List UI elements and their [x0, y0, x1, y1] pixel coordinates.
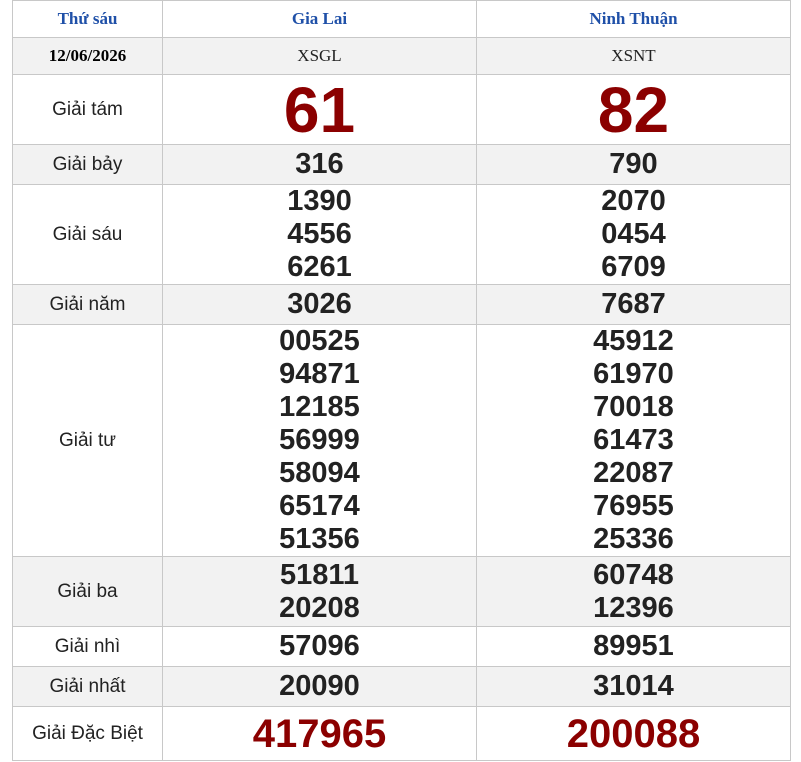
prize-number: 61473	[593, 424, 674, 456]
prize-numbers-1: 1390 4556 6261	[162, 184, 477, 285]
prize-row-4: Giải tư 00525 94871 12185 56999 58094 65…	[12, 324, 791, 557]
prize-numbers-1: 00525 94871 12185 56999 58094 65174 5135…	[162, 324, 477, 557]
prize-row-1: Giải nhất 20090 31014	[12, 666, 791, 707]
prize-number: 31014	[476, 666, 791, 707]
prize-row-5: Giải năm 3026 7687	[12, 284, 791, 325]
prize-row-8: Giải tám 61 82	[12, 74, 791, 145]
prize-numbers-2: 45912 61970 70018 61473 22087 76955 2533…	[476, 324, 791, 557]
code-2: XSNT	[476, 37, 791, 75]
prize-number: 61	[162, 74, 477, 145]
prize-number: 2070	[601, 185, 666, 217]
prize-number: 25336	[593, 523, 674, 555]
prize-number: 58094	[279, 457, 360, 489]
prize-row-7: Giải bảy 316 790	[12, 144, 791, 185]
prize-number: 6261	[287, 251, 352, 283]
province-header-2[interactable]: Ninh Thuận	[476, 0, 791, 38]
prize-numbers-2: 60748 12396	[476, 556, 791, 627]
prize-label: Giải sáu	[12, 184, 163, 285]
special-prize-number: 200088	[476, 706, 791, 761]
prize-number: 3026	[162, 284, 477, 325]
prize-row-6: Giải sáu 1390 4556 6261 2070 0454 6709	[12, 184, 791, 285]
prize-number: 60748	[593, 558, 674, 591]
prize-label: Giải năm	[12, 284, 163, 325]
draw-date[interactable]: 12/06/2026	[12, 37, 163, 75]
prize-numbers-1: 51811 20208	[162, 556, 477, 627]
prize-label: Giải bảy	[12, 144, 163, 185]
header-row: Thứ sáu Gia Lai Ninh Thuận	[12, 0, 791, 38]
prize-label: Giải tám	[12, 74, 163, 145]
prize-label: Giải tư	[12, 324, 163, 557]
prize-label: Giải nhất	[12, 666, 163, 707]
prize-number: 12396	[593, 591, 674, 624]
prize-number: 57096	[162, 626, 477, 667]
prize-number: 6709	[601, 251, 666, 283]
prize-label: Giải nhì	[12, 626, 163, 667]
prize-row-special: Giải Đặc Biệt 417965 200088	[12, 706, 791, 761]
prize-number: 82	[476, 74, 791, 145]
prize-number: 790	[476, 144, 791, 185]
prize-row-3: Giải ba 51811 20208 60748 12396	[12, 556, 791, 627]
prize-label: Giải ba	[12, 556, 163, 627]
province-header-1[interactable]: Gia Lai	[162, 0, 477, 38]
prize-number: 12185	[279, 391, 360, 423]
prize-number: 76955	[593, 490, 674, 522]
lottery-results-table: Thứ sáu Gia Lai Ninh Thuận 12/06/2026 XS…	[12, 0, 791, 761]
prize-number: 20208	[279, 591, 360, 624]
prize-number: 51811	[279, 558, 360, 591]
prize-number: 56999	[279, 424, 360, 456]
prize-number: 7687	[476, 284, 791, 325]
prize-number: 20090	[162, 666, 477, 707]
special-prize-number: 417965	[162, 706, 477, 761]
prize-number: 4556	[287, 218, 352, 250]
prize-label: Giải Đặc Biệt	[12, 706, 163, 761]
prize-number: 94871	[279, 358, 360, 390]
prize-number: 89951	[476, 626, 791, 667]
date-row: 12/06/2026 XSGL XSNT	[12, 37, 791, 75]
day-header: Thứ sáu	[12, 0, 163, 38]
prize-number: 316	[162, 144, 477, 185]
prize-number: 1390	[287, 185, 352, 217]
code-1: XSGL	[162, 37, 477, 75]
prize-row-2: Giải nhì 57096 89951	[12, 626, 791, 667]
prize-numbers-2: 2070 0454 6709	[476, 184, 791, 285]
prize-number: 00525	[279, 325, 360, 357]
prize-number: 70018	[593, 391, 674, 423]
prize-number: 45912	[593, 325, 674, 357]
prize-number: 61970	[593, 358, 674, 390]
prize-number: 22087	[593, 457, 674, 489]
prize-number: 0454	[601, 218, 666, 250]
prize-number: 65174	[279, 490, 360, 522]
prize-number: 51356	[279, 523, 360, 555]
